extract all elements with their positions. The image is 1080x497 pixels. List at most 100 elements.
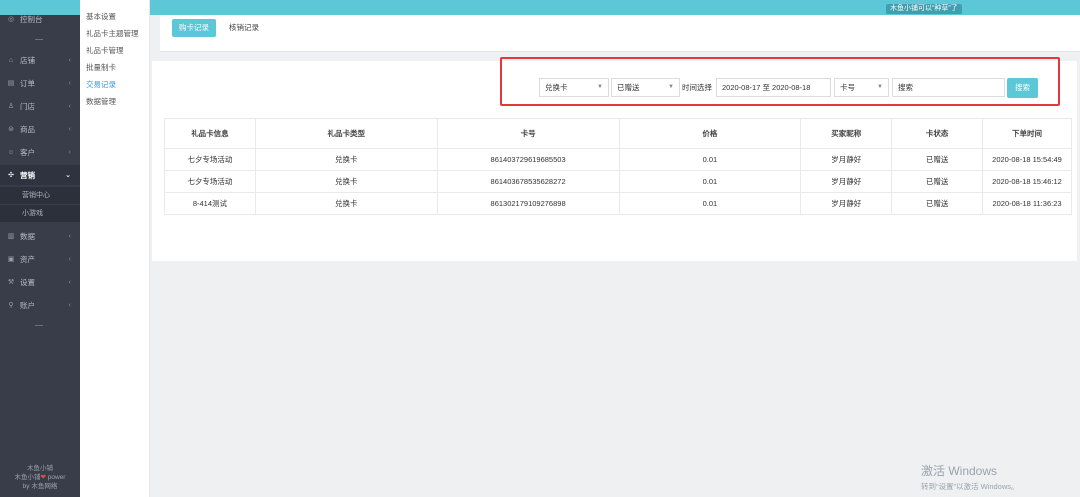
secondary-nav: 基本设置 礼品卡主题管理 礼品卡管理 批量制卡 交易记录 数据管理 [80,0,150,497]
watermark-title: 激活 Windows [921,464,998,478]
sidebar-item-goods[interactable]: ⊜ 商品 ‹ [0,120,80,138]
watermark-subtitle: 转到“设置”以激活 Windows。 [921,482,1019,491]
sidebar-item-label: 账户 [20,300,35,310]
sidebar-subitem-mini-game[interactable]: 小游戏 [0,205,80,222]
sidebar-item-account[interactable]: ⚲ 账户 ‹ [0,296,80,314]
subnav-transactions[interactable]: 交易记录 [86,79,116,90]
chevron-down-icon: ⌄ [65,172,71,179]
caret-down-icon: ▼ [668,84,674,90]
goods-icon: ⊜ [8,126,14,133]
col-price: 价格 [618,118,802,149]
tab-purchase-records[interactable]: 购卡记录 [172,19,216,37]
sidebar-item-customer[interactable]: ☺ 客户 ‹ [0,143,80,161]
card-type-select[interactable]: 兑换卡 ▼ [539,78,609,97]
cell-price: 0.01 [618,192,802,215]
cell-card-number: 861302179109276898 [436,192,620,215]
sidebar-item-order[interactable]: ▤ 订单 ‹ [0,74,80,92]
sidebar-item-label: 店铺 [20,55,35,65]
chevron-left-icon: ‹ [68,102,71,110]
time-select-label: 时间选择 [682,83,712,92]
tab-verify-records[interactable]: 核销记录 [222,19,266,37]
sidebar-divider [35,325,43,326]
cell-order-time: 2020-08-18 15:46:12 [982,170,1072,193]
status-value: 已赠送 [617,83,640,92]
subnav-card-manage[interactable]: 礼品卡管理 [86,45,124,56]
cell-card-type: 兑换卡 [254,170,438,193]
sidebar-item-label: 门店 [20,101,35,111]
store-icon: ⌂ [8,56,14,64]
sidebar-item-store[interactable]: ⌂ 店铺 ‹ [0,51,80,69]
footer-power-text: power [47,474,66,481]
status-select[interactable]: 已赠送 ▼ [611,78,680,97]
cell-status: 已赠送 [891,192,984,215]
chevron-left-icon: ‹ [68,232,71,240]
sidebar-item-label: 商品 [20,124,35,134]
chevron-left-icon: ‹ [68,301,71,309]
subnav-batch-make[interactable]: 批量制卡 [86,62,116,73]
col-order-time: 下单时间 [982,118,1072,149]
account-icon: ⚲ [8,302,14,309]
sidebar-item-label: 订单 [20,78,35,88]
table-row: 七夕专场活动 兑换卡 861403678535628272 0.01 岁月静好 … [164,170,1072,193]
cell-buyer: 岁月静好 [800,192,893,215]
sidebar-item-label: 客户 [20,147,35,157]
order-icon: ▤ [7,80,15,87]
col-status: 卡状态 [891,118,984,149]
sidebar-divider [35,39,43,40]
shop-icon: ♙ [7,103,15,110]
cell-card-info: 8-414测试 [164,192,256,215]
footer-brand: 木鱼小铺 [27,465,53,472]
sidebar-item-data[interactable]: ▥ 数据 ‹ [0,227,80,245]
notice-badge[interactable]: 木鱼小铺可以“种草”了 [886,4,962,14]
sidebar-item-shop[interactable]: ♙ 门店 ‹ [0,97,80,115]
cell-card-info: 七夕专场活动 [164,170,256,193]
cell-buyer: 岁月静好 [800,170,893,193]
chevron-left-icon: ‹ [68,56,71,64]
sidebar-item-marketing[interactable]: ✣ 营销 ⌄ [0,165,80,185]
sidebar-subitem-marketing-center[interactable]: 营销中心 [0,187,80,204]
dashboard-icon: ◎ [7,16,15,23]
subnav-theme-manage[interactable]: 礼品卡主题管理 [86,28,139,39]
cell-card-number: 861403729619685503 [436,148,620,171]
search-field-select[interactable]: 卡号 ▼ [834,78,889,97]
chevron-left-icon: ‹ [68,125,71,133]
cell-order-time: 2020-08-18 15:54:49 [982,148,1072,171]
tab-bar: 购卡记录 核销记录 [160,15,1080,52]
col-card-number: 卡号 [436,118,620,149]
table-row: 8-414测试 兑换卡 861302179109276898 0.01 岁月静好… [164,192,1072,215]
heart-icon: ❤ [40,474,46,481]
marketing-icon: ✣ [8,172,14,179]
col-buyer: 买家昵称 [800,118,893,149]
sidebar-item-label: 控制台 [20,14,43,24]
cell-status: 已赠送 [891,148,984,171]
cell-card-type: 兑换卡 [254,148,438,171]
sidebar-item-label: 营销 [20,170,35,180]
records-table: 礼品卡信息 礼品卡类型 卡号 价格 买家昵称 卡状态 下单时间 七夕专场活动 兑… [164,118,1072,215]
chevron-left-icon: ‹ [68,79,71,87]
col-card-type: 礼品卡类型 [254,118,438,149]
sidebar-item-label: 资产 [20,254,35,264]
search-button[interactable]: 搜索 [1007,78,1038,98]
cell-card-type: 兑换卡 [254,192,438,215]
sidebar-item-label: 数据 [20,231,35,241]
chevron-left-icon: ‹ [68,278,71,286]
footer-by: by 木鱼网络 [22,483,58,490]
date-range-input[interactable]: 2020-08-17 至 2020-08-18 [716,78,831,97]
table-header-row: 礼品卡信息 礼品卡类型 卡号 价格 买家昵称 卡状态 下单时间 [164,118,1072,149]
chevron-left-icon: ‹ [68,148,71,156]
sidebar-item-label: 设置 [20,277,35,287]
footer-power: 木鱼小铺❤ power [0,473,80,482]
settings-icon: ⚒ [7,279,15,286]
sidebar-footer: 木鱼小铺 木鱼小铺❤ power by 木鱼网络 [0,464,80,491]
caret-down-icon: ▼ [877,84,883,90]
cell-price: 0.01 [618,170,802,193]
sidebar-item-settings[interactable]: ⚒ 设置 ‹ [0,273,80,291]
asset-icon: ▣ [7,256,15,263]
activation-watermark: 激活 Windows 转到“设置”以激活 Windows。 [921,462,1019,492]
cell-card-info: 七夕专场活动 [164,148,256,171]
subnav-data-manage[interactable]: 数据管理 [86,96,116,107]
sidebar-item-asset[interactable]: ▣ 资产 ‹ [0,250,80,268]
table-row: 七夕专场活动 兑换卡 861403729619685503 0.01 岁月静好 … [164,148,1072,171]
search-input[interactable]: 搜索 [892,78,1005,97]
subnav-basic-settings[interactable]: 基本设置 [86,11,116,22]
